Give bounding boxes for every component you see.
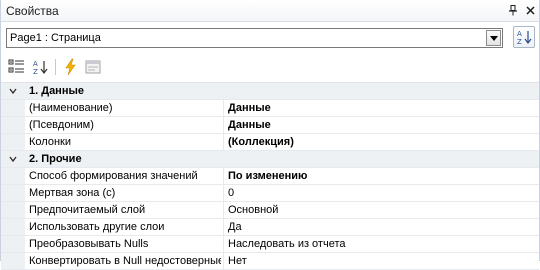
pin-button[interactable] <box>506 3 520 17</box>
property-name: Колонки <box>29 136 71 148</box>
sort-az-icon: A Z <box>517 30 532 46</box>
column-divider <box>223 219 224 235</box>
panel-title: Свойства <box>6 4 59 18</box>
property-row[interactable]: Колонки (Коллекция) <box>1 134 539 151</box>
property-name: Использовать другие слои <box>29 221 165 233</box>
column-divider <box>223 185 224 201</box>
row-gutter <box>1 202 25 218</box>
svg-text:Z: Z <box>517 38 522 46</box>
sort-az-button[interactable]: A Z <box>513 26 535 48</box>
close-icon <box>525 5 535 15</box>
alphabetical-sort-button[interactable]: A Z <box>31 57 51 77</box>
column-divider <box>223 117 224 133</box>
row-gutter <box>1 219 25 235</box>
property-value[interactable]: Данные <box>228 102 534 114</box>
collapse-chevron-icon[interactable] <box>9 88 17 94</box>
close-button[interactable] <box>523 3 537 17</box>
row-gutter <box>1 100 25 116</box>
row-gutter <box>1 117 25 133</box>
property-row[interactable]: Преобразовывать Nulls Наследовать из отч… <box>1 236 539 253</box>
property-name: Преобразовывать Nulls <box>29 238 149 250</box>
column-divider <box>223 202 224 218</box>
property-value[interactable]: Основной <box>228 204 534 216</box>
property-name: Конвертировать в Null недостоверные <box>29 255 221 267</box>
property-row[interactable]: (Псевдоним) Данные <box>1 117 539 134</box>
property-value[interactable]: Да <box>228 221 534 233</box>
column-divider <box>223 134 224 150</box>
properties-panel: Свойства Page1 : Страница A Z A Z 1. Дан… <box>0 0 540 270</box>
object-selector-dropdown[interactable]: Page1 : Страница <box>6 28 503 48</box>
property-name: Мертвая зона (с) <box>29 187 116 199</box>
property-pages-icon <box>85 60 101 74</box>
pin-icon <box>509 4 517 15</box>
property-pages-button[interactable] <box>83 57 103 77</box>
property-value[interactable]: Нет <box>228 255 534 267</box>
category-label: 1. Данные <box>29 85 84 97</box>
property-value[interactable]: (Коллекция) <box>228 136 534 148</box>
property-name: Предпочитаемый слой <box>29 204 146 216</box>
selected-object: Page1 : Страница <box>10 32 101 44</box>
row-gutter <box>1 236 25 252</box>
toolbar-separator <box>55 59 56 75</box>
property-name: (Наименование) <box>29 102 113 114</box>
row-gutter <box>1 168 25 184</box>
property-name: (Псевдоним) <box>29 119 94 131</box>
categorized-view-icon <box>8 59 24 73</box>
property-row[interactable]: Способ формирования значений По изменени… <box>1 168 539 185</box>
row-gutter <box>1 185 25 201</box>
property-value[interactable]: Наследовать из отчета <box>228 238 534 250</box>
alphabetical-sort-icon: A Z <box>33 60 48 76</box>
category-row-data[interactable]: 1. Данные <box>1 83 539 100</box>
events-button[interactable] <box>61 57 81 77</box>
row-gutter <box>1 134 25 150</box>
property-row[interactable]: Конвертировать в Null недостоверные Нет <box>1 253 539 270</box>
lightning-icon <box>65 58 76 76</box>
column-divider <box>223 253 224 269</box>
property-row[interactable]: (Наименование) Данные <box>1 100 539 117</box>
column-divider <box>223 168 224 184</box>
title-bar: Свойства <box>1 0 539 22</box>
category-label: 2. Прочие <box>29 153 82 165</box>
dropdown-arrow-icon[interactable] <box>486 30 501 46</box>
property-row[interactable]: Мертвая зона (с) 0 <box>1 185 539 202</box>
properties-toolbar: A Z <box>1 55 539 79</box>
property-value[interactable]: По изменению <box>228 170 534 182</box>
property-grid: 1. Данные (Наименование) Данные (Псевдон… <box>1 82 539 270</box>
property-value[interactable]: 0 <box>228 187 534 199</box>
category-row-other[interactable]: 2. Прочие <box>1 151 539 168</box>
svg-text:Z: Z <box>33 68 38 76</box>
svg-text:A: A <box>33 60 38 68</box>
categorized-view-button[interactable] <box>7 57 27 77</box>
property-value[interactable]: Данные <box>228 119 534 131</box>
property-row[interactable]: Использовать другие слои Да <box>1 219 539 236</box>
collapse-chevron-icon[interactable] <box>9 156 17 162</box>
column-divider <box>223 236 224 252</box>
property-row[interactable]: Предпочитаемый слой Основной <box>1 202 539 219</box>
column-divider <box>223 100 224 116</box>
property-name: Способ формирования значений <box>29 170 198 182</box>
row-gutter <box>1 253 25 269</box>
svg-text:A: A <box>517 30 522 38</box>
